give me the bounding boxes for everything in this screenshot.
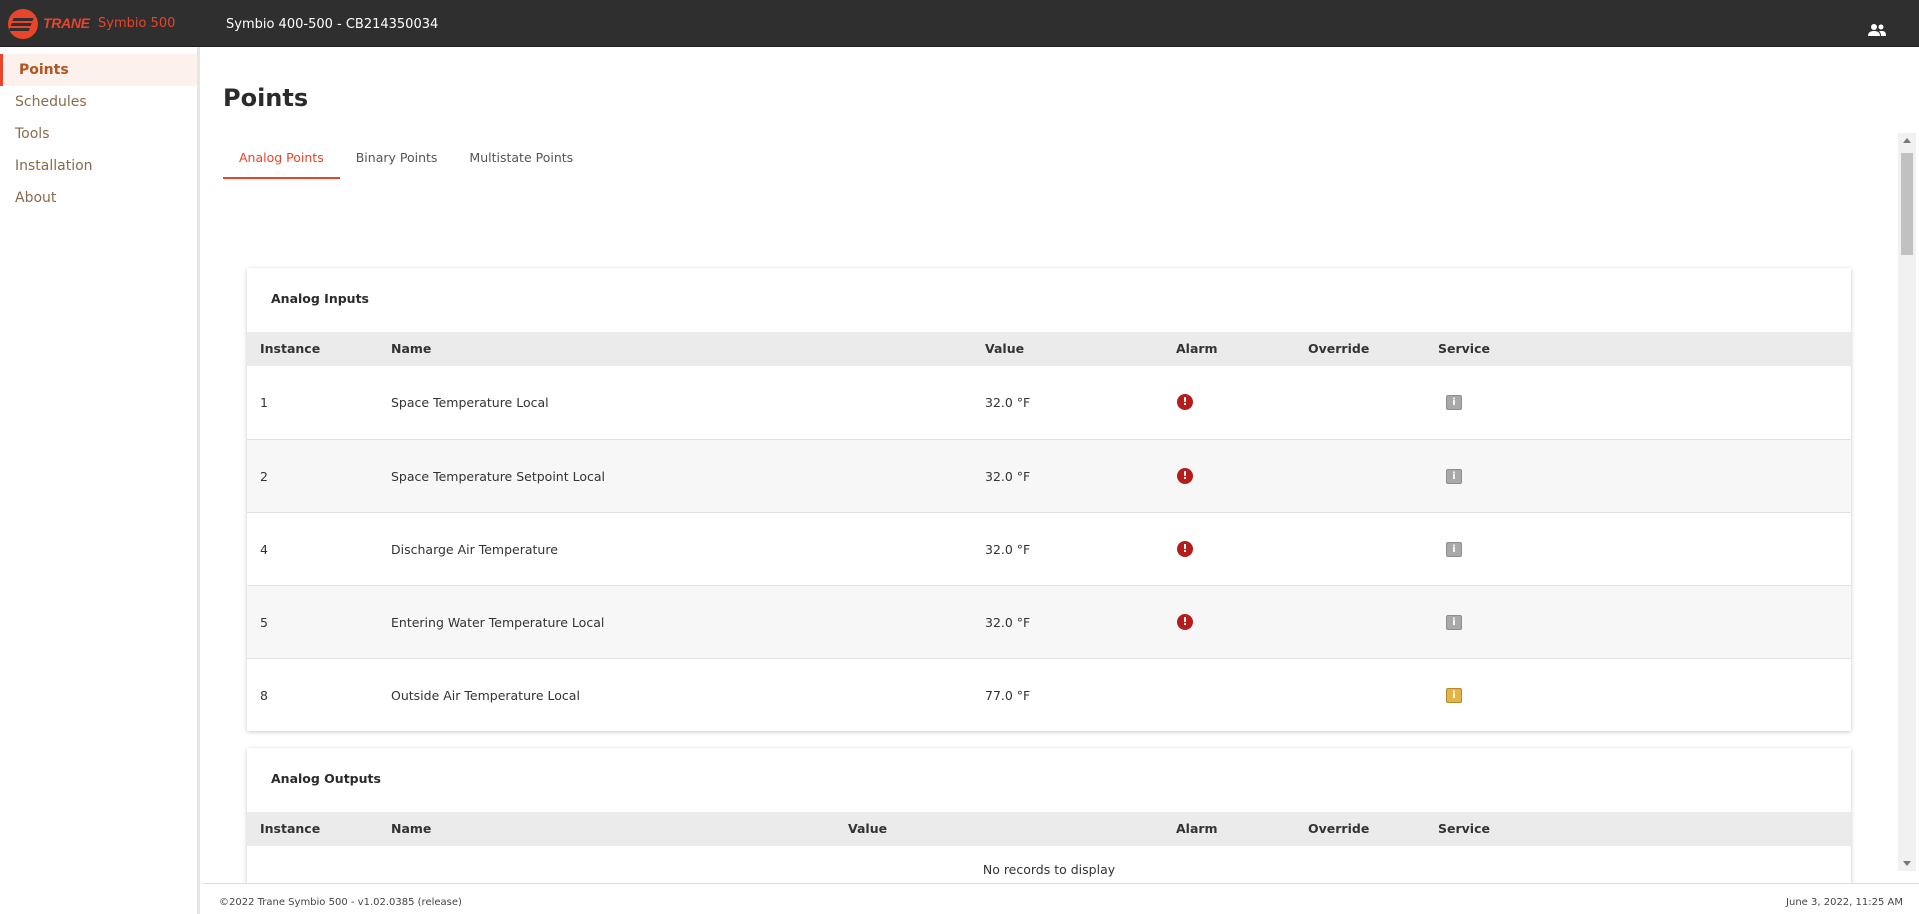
main-content: Points Analog Points Binary Points Multist… (203, 47, 1919, 914)
tab-bar: Analog Points Binary Points Multistate Poi… (223, 137, 589, 179)
alarm-icon[interactable]: ! (1177, 394, 1193, 410)
footer-copyright: ©2022 Trane Symbio 500 - v1.02.0385 (rel… (219, 897, 462, 908)
cell-value: 32.0 °F (985, 395, 1031, 410)
service-info-icon[interactable]: i (1446, 469, 1462, 484)
sidebar-nav: Points Schedules Tools Installation About (0, 47, 197, 214)
sidebar-item-about[interactable]: About (0, 182, 197, 214)
sidebar: Points Schedules Tools Installation About (0, 47, 200, 914)
sidebar-item-tools[interactable]: Tools (0, 118, 197, 150)
column-header-value[interactable]: Value (848, 812, 887, 846)
service-info-icon[interactable]: i (1446, 688, 1462, 703)
table-row[interactable]: 5 Entering Water Temperature Local 32.0 °F… (247, 585, 1851, 658)
top-bar: TRANE Symbio 500 Symbio 400-500 - CB2143… (0, 0, 1919, 47)
sidebar-item-installation[interactable]: Installation (0, 150, 197, 182)
service-info-icon[interactable]: i (1446, 395, 1462, 410)
cell-instance: 4 (260, 542, 268, 557)
tab-multistate-points[interactable]: Multistate Points (453, 137, 589, 179)
vertical-scrollbar[interactable] (1898, 133, 1916, 871)
column-header-alarm[interactable]: Alarm (1176, 812, 1218, 846)
cell-value: 32.0 °F (985, 469, 1031, 484)
tab-binary-points[interactable]: Binary Points (340, 137, 454, 179)
trane-logo-icon (8, 9, 38, 39)
analog-outputs-header: Instance Name Value Alarm Override Service (247, 812, 1851, 846)
sidebar-item-points[interactable]: Points (0, 54, 197, 86)
column-header-value[interactable]: Value (985, 332, 1024, 366)
column-header-instance[interactable]: Instance (260, 812, 320, 846)
analog-inputs-body: 1 Space Temperature Local 32.0 °F! i 2 Space … (247, 366, 1851, 731)
column-header-override[interactable]: Override (1308, 332, 1369, 366)
user-group-icon[interactable] (1868, 23, 1886, 37)
cell-value: 32.0 °F (985, 615, 1031, 630)
footer-timestamp: June 3, 2022, 11:25 AM (1786, 897, 1903, 908)
alarm-icon[interactable]: ! (1177, 614, 1193, 630)
analog-inputs-header: Instance Name Value Alarm Override Service (247, 332, 1851, 366)
analog-inputs-title: Analog Inputs (271, 291, 369, 306)
scroll-up-icon[interactable] (1903, 138, 1911, 143)
points-scroll-area[interactable]: Analog Inputs Instance Name Value Alarm Over… (203, 179, 1896, 914)
cell-instance: 5 (260, 615, 268, 630)
service-info-icon[interactable]: i (1446, 542, 1462, 557)
column-header-name[interactable]: Name (391, 332, 431, 366)
column-header-name[interactable]: Name (391, 812, 431, 846)
cell-instance: 1 (260, 395, 268, 410)
tab-analog-points[interactable]: Analog Points (223, 137, 340, 179)
column-header-service[interactable]: Service (1438, 332, 1490, 366)
cell-name: Space Temperature Setpoint Local (391, 469, 605, 484)
table-row[interactable]: 2 Space Temperature Setpoint Local 32.0 °F… (247, 439, 1851, 512)
cell-name: Entering Water Temperature Local (391, 615, 605, 630)
analog-outputs-title: Analog Outputs (271, 771, 381, 786)
alarm-icon[interactable]: ! (1177, 541, 1193, 557)
table-row[interactable]: 1 Space Temperature Local 32.0 °F! i (247, 366, 1851, 439)
column-header-instance[interactable]: Instance (260, 332, 320, 366)
service-info-icon[interactable]: i (1446, 615, 1462, 630)
scrollbar-thumb[interactable] (1901, 153, 1913, 255)
sidebar-item-schedules[interactable]: Schedules (0, 86, 197, 118)
analog-outputs-card: Analog Outputs Instance Name Value Alarm Ove… (247, 748, 1851, 894)
column-header-alarm[interactable]: Alarm (1176, 332, 1218, 366)
cell-name: Space Temperature Local (391, 395, 549, 410)
cell-instance: 2 (260, 469, 268, 484)
table-row[interactable]: 8 Outside Air Temperature Local 77.0 °F i (247, 658, 1851, 731)
page-title: Points (223, 84, 309, 112)
product-name: Symbio 500 (98, 16, 176, 31)
alarm-icon[interactable]: ! (1177, 468, 1193, 484)
device-title: Symbio 400-500 - CB214350034 (226, 17, 439, 32)
cell-value: 32.0 °F (985, 542, 1031, 557)
footer: ©2022 Trane Symbio 500 - v1.02.0385 (rel… (203, 883, 1919, 914)
table-row[interactable]: 4 Discharge Air Temperature 32.0 °F! i (247, 512, 1851, 585)
cell-instance: 8 (260, 688, 268, 703)
column-header-service[interactable]: Service (1438, 812, 1490, 846)
cell-value: 77.0 °F (985, 688, 1031, 703)
cell-name: Outside Air Temperature Local (391, 688, 580, 703)
brand-name: TRANE (43, 15, 90, 31)
scroll-down-icon[interactable] (1903, 861, 1911, 866)
cell-name: Discharge Air Temperature (391, 542, 558, 557)
column-header-override[interactable]: Override (1308, 812, 1369, 846)
analog-inputs-card: Analog Inputs Instance Name Value Alarm Over… (247, 268, 1851, 731)
